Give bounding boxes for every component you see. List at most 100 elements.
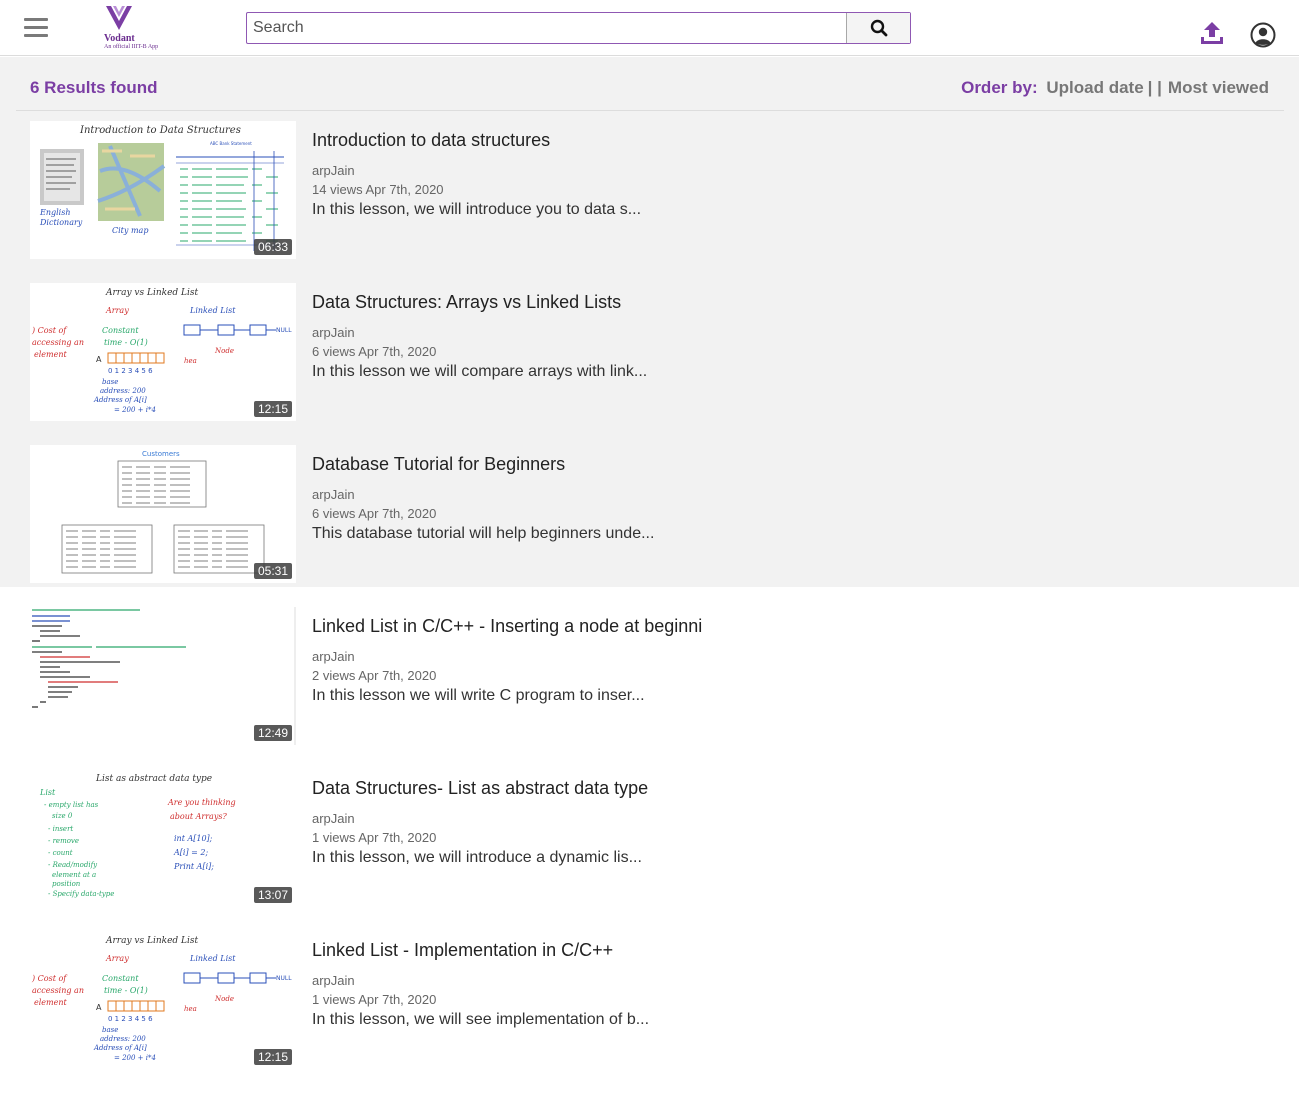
svg-text:element: element bbox=[34, 998, 68, 1007]
video-thumbnail[interactable]: List as abstract data type List - empty … bbox=[30, 769, 296, 907]
svg-text:base: base bbox=[102, 378, 118, 386]
svg-text:= 200 + i*4: = 200 + i*4 bbox=[114, 1054, 156, 1062]
svg-text:- Read/modify: - Read/modify bbox=[48, 861, 98, 869]
thumb-caption: Customers bbox=[142, 450, 180, 458]
video-thumbnail[interactable]: Introduction to Data Structures English … bbox=[30, 121, 296, 259]
video-description: In this lesson, we will introduce a dyna… bbox=[312, 849, 642, 866]
video-date: Apr 7th, 2020 bbox=[365, 182, 444, 197]
svg-text:Constant: Constant bbox=[102, 974, 139, 983]
video-meta: 1 views Apr 7th, 2020 bbox=[312, 830, 436, 845]
thumb-caption: Array vs Linked List bbox=[105, 288, 199, 298]
video-title[interactable]: Linked List in C/C++ - Inserting a node … bbox=[312, 616, 702, 637]
svg-text:- empty list has: - empty list has bbox=[44, 801, 99, 809]
video-duration: 12:15 bbox=[253, 1049, 292, 1065]
video-description: In this lesson we will write C program t… bbox=[312, 687, 645, 704]
user-account-icon[interactable] bbox=[1250, 22, 1276, 48]
svg-text:- remove: - remove bbox=[48, 837, 79, 845]
svg-text:Dictionary: Dictionary bbox=[39, 218, 83, 227]
svg-text:Array: Array bbox=[105, 954, 129, 963]
order-separator: | | bbox=[1147, 78, 1162, 97]
video-result-item[interactable]: Array vs Linked List Array ) Cost of acc… bbox=[30, 931, 1270, 1071]
svg-text:City map: City map bbox=[112, 226, 148, 235]
video-duration: 12:49 bbox=[253, 725, 292, 741]
video-date: Apr 7th, 2020 bbox=[358, 668, 437, 683]
order-by-label: Order by: bbox=[961, 78, 1038, 97]
video-title[interactable]: Database Tutorial for Beginners bbox=[312, 454, 565, 475]
video-result-item[interactable]: Introduction to Data Structures English … bbox=[30, 121, 1270, 261]
video-thumbnail[interactable]: Array vs Linked List Array ) Cost of acc… bbox=[30, 283, 296, 421]
svg-text:accessing an: accessing an bbox=[32, 338, 84, 347]
video-description: This database tutorial will help beginne… bbox=[312, 525, 655, 542]
svg-text:= 200 + i*4: = 200 + i*4 bbox=[114, 406, 156, 414]
svg-text:0 1 2 3 4 5 6: 0 1 2 3 4 5 6 bbox=[108, 367, 153, 375]
app-logo[interactable]: Vodant An official IIIT-B App bbox=[98, 4, 168, 52]
thumb-caption: Array vs Linked List bbox=[105, 936, 199, 946]
video-title[interactable]: Data Structures: Arrays vs Linked Lists bbox=[312, 292, 621, 313]
order-upload-date-link[interactable]: Upload date bbox=[1046, 78, 1143, 97]
svg-text:address: 200: address: 200 bbox=[100, 1035, 146, 1043]
svg-text:Linked List: Linked List bbox=[189, 954, 236, 963]
svg-text:accessing an: accessing an bbox=[32, 986, 84, 995]
video-result-item[interactable]: 12:49 Linked List in C/C++ - Inserting a… bbox=[30, 607, 1270, 747]
menu-icon[interactable] bbox=[22, 17, 50, 39]
video-description: In this lesson we will compare arrays wi… bbox=[312, 363, 648, 380]
order-most-viewed-link[interactable]: Most viewed bbox=[1168, 78, 1269, 97]
svg-text:NULL: NULL bbox=[276, 975, 292, 982]
video-title[interactable]: Introduction to data structures bbox=[312, 130, 550, 151]
svg-text:Constant: Constant bbox=[102, 326, 139, 335]
svg-text:element at a: element at a bbox=[52, 871, 96, 879]
video-result-item[interactable]: List as abstract data type List - empty … bbox=[30, 769, 1270, 909]
svg-text:size 0: size 0 bbox=[52, 812, 73, 820]
video-views: 2 views bbox=[312, 668, 356, 683]
search-input[interactable] bbox=[247, 13, 847, 43]
svg-text:- insert: - insert bbox=[48, 825, 73, 833]
video-author[interactable]: arpJain bbox=[312, 811, 355, 826]
video-title[interactable]: Data Structures- List as abstract data t… bbox=[312, 778, 648, 799]
svg-text:0 1 2 3 4 5 6: 0 1 2 3 4 5 6 bbox=[108, 1015, 153, 1023]
upload-icon[interactable] bbox=[1199, 20, 1225, 46]
video-author[interactable]: arpJain bbox=[312, 163, 355, 178]
search-button[interactable] bbox=[846, 13, 910, 43]
svg-text:Node: Node bbox=[214, 995, 234, 1003]
svg-text:time - O(1): time - O(1) bbox=[104, 338, 148, 347]
video-title[interactable]: Linked List - Implementation in C/C++ bbox=[312, 940, 613, 961]
video-author[interactable]: arpJain bbox=[312, 649, 355, 664]
svg-text:A: A bbox=[96, 355, 102, 364]
svg-text:Address of A[i]: Address of A[i] bbox=[93, 396, 147, 404]
video-author[interactable]: arpJain bbox=[312, 487, 355, 502]
thumb-caption: List as abstract data type bbox=[95, 774, 212, 784]
video-duration: 05:31 bbox=[253, 563, 292, 579]
video-meta: 6 views Apr 7th, 2020 bbox=[312, 506, 436, 521]
video-date: Apr 7th, 2020 bbox=[358, 830, 437, 845]
svg-text:int A[10];: int A[10]; bbox=[174, 834, 213, 843]
video-meta: 14 views Apr 7th, 2020 bbox=[312, 182, 444, 197]
svg-text:base: base bbox=[102, 1026, 118, 1034]
results-count: 6 Results found bbox=[30, 78, 158, 97]
svg-text:address: 200: address: 200 bbox=[100, 387, 146, 395]
svg-text:Print A[i];: Print A[i]; bbox=[173, 862, 214, 871]
video-result-item[interactable]: Array vs Linked List Array ) Cost of acc… bbox=[30, 283, 1270, 423]
video-views: 14 views bbox=[312, 182, 363, 197]
svg-text:Address of A[i]: Address of A[i] bbox=[93, 1044, 147, 1052]
svg-text:List: List bbox=[39, 788, 56, 797]
video-result-item[interactable]: Customers 05:31 Database Tutorial for Be… bbox=[30, 445, 1270, 585]
video-thumbnail[interactable]: Customers 05:31 bbox=[30, 445, 296, 583]
video-duration: 12:15 bbox=[253, 401, 292, 417]
svg-text:A: A bbox=[96, 1003, 102, 1012]
top-navbar: Vodant An official IIIT-B App bbox=[0, 0, 1299, 56]
svg-text:NULL: NULL bbox=[276, 327, 292, 334]
svg-text:A[i] = 2;: A[i] = 2; bbox=[173, 848, 208, 857]
video-author[interactable]: arpJain bbox=[312, 973, 355, 988]
video-meta: 1 views Apr 7th, 2020 bbox=[312, 992, 436, 1007]
svg-text:Array: Array bbox=[105, 306, 129, 315]
video-thumbnail[interactable]: Array vs Linked List Array ) Cost of acc… bbox=[30, 931, 296, 1069]
svg-text:position: position bbox=[52, 880, 81, 888]
video-date: Apr 7th, 2020 bbox=[358, 992, 437, 1007]
svg-text:ABC Bank Statement: ABC Bank Statement bbox=[210, 141, 252, 146]
svg-text:time - O(1): time - O(1) bbox=[104, 986, 148, 995]
video-thumbnail[interactable]: 12:49 bbox=[30, 607, 296, 745]
svg-text:Node: Node bbox=[214, 347, 234, 355]
video-views: 1 views bbox=[312, 830, 356, 845]
logo-tagline: An official IIIT-B App bbox=[104, 44, 159, 50]
video-author[interactable]: arpJain bbox=[312, 325, 355, 340]
